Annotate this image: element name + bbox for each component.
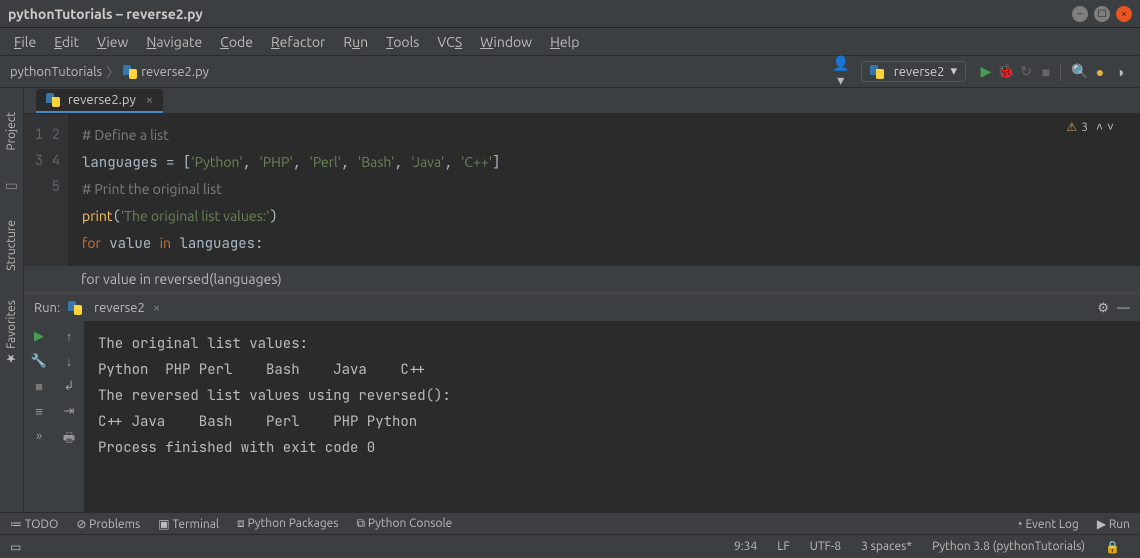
editor-tab-label: reverse2.py: [68, 93, 136, 107]
menu-view[interactable]: View: [89, 32, 136, 52]
python-console-tab[interactable]: ⧉ Python Console: [356, 517, 452, 531]
soft-wrap-icon[interactable]: ↲: [64, 379, 75, 394]
wrench-icon[interactable]: 🔧: [31, 354, 47, 369]
console-output[interactable]: The original list values: Python PHP Per…: [84, 321, 1140, 512]
python-icon: [68, 301, 82, 315]
breadcrumb-file[interactable]: reverse2.py: [141, 65, 209, 79]
left-tool-stripe: Project ▭ Structure ★ Favorites: [0, 88, 24, 512]
cursor-position[interactable]: 9:34: [724, 540, 767, 553]
close-icon[interactable]: ×: [1116, 6, 1132, 22]
run-panel-config: reverse2: [94, 301, 145, 315]
warning-count: 3: [1081, 121, 1088, 134]
todo-tab[interactable]: ≔ TODO: [10, 517, 58, 531]
python-icon: [870, 65, 884, 79]
lock-icon[interactable]: 🔒: [1095, 540, 1130, 554]
minimize-icon[interactable]: –: [1072, 6, 1088, 22]
menu-window[interactable]: Window: [472, 32, 540, 52]
encoding[interactable]: UTF-8: [800, 540, 851, 553]
coverage-icon[interactable]: ↻: [1016, 63, 1036, 80]
menu-code[interactable]: Code: [212, 32, 261, 52]
run-tab[interactable]: ▶ Run: [1097, 517, 1130, 531]
interpreter[interactable]: Python 3.8 (pythonTutorials): [922, 540, 1095, 553]
code-editor[interactable]: 1 2 3 4 5 # Define a list languages = ['…: [24, 114, 1140, 266]
run-tool-window: Run: reverse2 × ⚙ — ▶ 🔧 ■ ≡ »: [24, 292, 1140, 512]
run-icon[interactable]: ▶: [976, 63, 996, 80]
breadcrumb-project[interactable]: pythonTutorials: [10, 65, 102, 79]
bottom-tool-stripe: ≔ TODO ⊘ Problems ▣ Terminal ⧈ Python Pa…: [0, 512, 1140, 534]
project-icon[interactable]: ▭: [5, 177, 18, 194]
navigation-bar: pythonTutorials 〉 reverse2.py 👤▾ reverse…: [0, 56, 1140, 88]
window-title: pythonTutorials – reverse2.py: [8, 6, 203, 22]
up-arrow-icon[interactable]: ↑: [66, 329, 73, 344]
close-tab-icon[interactable]: ×: [146, 93, 153, 107]
search-icon[interactable]: 🔍: [1070, 63, 1090, 80]
python-file-icon: [123, 65, 137, 79]
scroll-end-icon[interactable]: ⇥: [64, 404, 75, 419]
window-titlebar: pythonTutorials – reverse2.py – ☐ ×: [0, 0, 1140, 28]
status-widget-icon[interactable]: ▭: [10, 540, 21, 554]
close-run-tab-icon[interactable]: ×: [153, 301, 160, 315]
menu-tools[interactable]: Tools: [378, 32, 427, 52]
run-config-selector[interactable]: reverse2 ▾: [861, 61, 966, 82]
menu-file[interactable]: File: [6, 32, 44, 52]
menu-bar: File Edit View Navigate Code Refactor Ru…: [0, 28, 1140, 56]
run-toolbar: ▶ 🔧 ■ ≡ » ↑ ↓ ↲ ⇥ 🖶: [24, 321, 84, 512]
settings-icon[interactable]: ⚙: [1097, 301, 1109, 316]
rerun-icon[interactable]: ▶: [34, 329, 44, 344]
python-file-icon: [46, 93, 60, 107]
hide-panel-icon[interactable]: —: [1117, 301, 1130, 315]
structure-tool-tab[interactable]: Structure: [5, 216, 18, 275]
down-arrow-icon[interactable]: ↓: [66, 354, 73, 369]
menu-vcs[interactable]: VCS: [429, 32, 470, 52]
event-log-tab[interactable]: ◔ Event Log: [1015, 517, 1078, 531]
status-bar: ▭ 9:34 LF UTF-8 3 spaces* Python 3.8 (py…: [0, 534, 1140, 558]
terminal-tab[interactable]: ▣ Terminal: [158, 517, 219, 531]
more-icon[interactable]: »: [36, 429, 42, 443]
code-body[interactable]: # Define a list languages = ['Python', '…: [68, 114, 501, 266]
editor-tab-bar: reverse2.py ×: [24, 88, 1140, 114]
parameter-hint: for value in reversed(languages): [24, 266, 1140, 292]
run-panel-label: Run:: [34, 301, 60, 315]
update-icon[interactable]: ●: [1090, 64, 1110, 80]
warning-icon: ⚠: [1066, 120, 1077, 134]
editor-tab-reverse2[interactable]: reverse2.py ×: [36, 89, 163, 113]
layout-icon[interactable]: ≡: [35, 404, 43, 419]
gutter-line-numbers: 1 2 3 4 5: [24, 114, 68, 266]
chevron-up-icon[interactable]: ˄: [1096, 120, 1103, 134]
print-icon[interactable]: 🖶: [63, 429, 75, 451]
project-tool-tab[interactable]: Project: [5, 108, 18, 155]
problems-tab[interactable]: ⊘ Problems: [76, 517, 140, 531]
ide-icon[interactable]: ◑: [1110, 64, 1130, 80]
add-config-icon[interactable]: 👤▾: [831, 55, 851, 89]
breadcrumb-separator: 〉: [106, 62, 119, 81]
line-separator[interactable]: LF: [767, 540, 799, 553]
chevron-down-icon: ▾: [950, 64, 957, 79]
stop-run-icon[interactable]: ■: [35, 379, 43, 394]
python-packages-tab[interactable]: ⧈ Python Packages: [237, 517, 338, 531]
stop-icon[interactable]: ■: [1036, 64, 1056, 80]
menu-help[interactable]: Help: [542, 32, 587, 52]
favorites-tool-tab[interactable]: ★ Favorites: [5, 296, 19, 370]
debug-icon[interactable]: 🐞: [996, 63, 1016, 80]
inspection-badge[interactable]: ⚠ 3 ˄ ˅: [1066, 120, 1114, 134]
chevron-down-icon[interactable]: ˅: [1107, 120, 1114, 134]
indent-setting[interactable]: 3 spaces*: [851, 540, 922, 553]
menu-navigate[interactable]: Navigate: [138, 32, 210, 52]
run-config-name: reverse2: [894, 65, 945, 79]
maximize-icon[interactable]: ☐: [1094, 6, 1110, 22]
menu-refactor[interactable]: Refactor: [263, 32, 333, 52]
menu-run[interactable]: Run: [335, 32, 376, 52]
menu-edit[interactable]: Edit: [46, 32, 87, 52]
